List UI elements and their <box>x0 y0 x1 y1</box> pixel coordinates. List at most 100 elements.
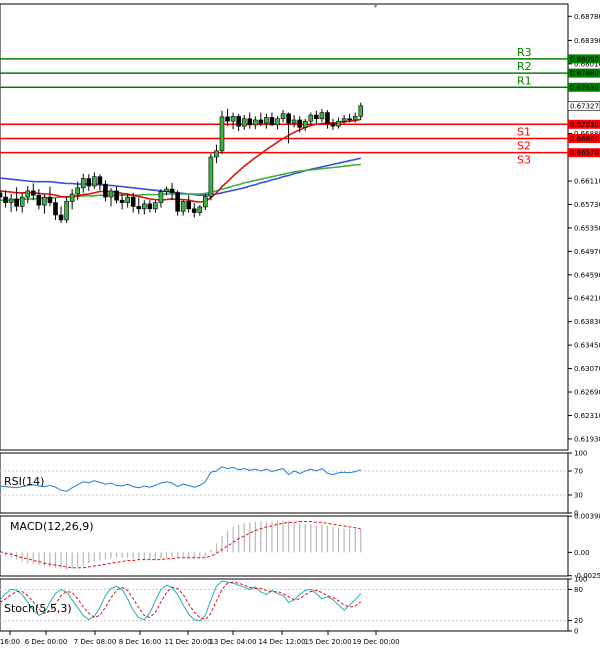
price-ytick-label: 0.64590 <box>574 271 600 279</box>
candle-body <box>30 190 36 196</box>
chart-svg: 0.687800.683900.680100.676300.673300.668… <box>0 0 600 650</box>
candle-body <box>8 198 14 203</box>
price-ytick-label: 0.63450 <box>574 342 600 350</box>
candle-body <box>125 196 130 203</box>
candle-body <box>92 176 97 187</box>
rsi-ytick-label: 100 <box>574 450 587 458</box>
level-name-s1: S1 <box>517 125 531 138</box>
level-name-s3: S3 <box>517 154 531 167</box>
candle-body <box>225 116 230 122</box>
candle-body <box>191 208 197 213</box>
current-price-label: 0.67327 <box>570 102 599 110</box>
candle <box>208 153 214 201</box>
candle-body <box>358 105 364 117</box>
price-ytick-label: 0.64970 <box>574 248 600 256</box>
candle-body <box>219 116 225 152</box>
candle-body <box>347 118 352 121</box>
candle-body <box>25 190 31 198</box>
level-name-s2: S2 <box>517 139 531 152</box>
candle-body <box>136 206 142 210</box>
stoch-ytick-label: 0 <box>574 628 578 636</box>
candle <box>219 110 225 154</box>
candle-body <box>114 190 119 201</box>
candle-body <box>14 198 19 207</box>
candle-body <box>97 176 103 185</box>
price-ytick-label: 0.62310 <box>574 412 600 420</box>
candle-body <box>147 203 153 210</box>
candle-body <box>253 119 258 126</box>
candle-body <box>47 196 53 203</box>
candle-body <box>36 194 42 206</box>
rsi-ytick-label: 30 <box>574 492 583 500</box>
candle-body <box>158 191 164 203</box>
level-price-label: 0.67630 <box>570 84 599 92</box>
candle-body <box>64 201 69 221</box>
candle-body <box>236 115 241 127</box>
candle-body <box>352 115 358 121</box>
candle-body <box>275 118 280 126</box>
stoch-plot-frame <box>0 578 569 632</box>
price-panel: 0.687800.683900.680100.676300.673300.668… <box>0 3 600 451</box>
price-ytick-label: 0.68780 <box>574 13 600 21</box>
candle-body <box>86 178 92 187</box>
candle-body <box>269 117 275 126</box>
candle-body <box>308 114 314 122</box>
level-name-r3: R3 <box>517 46 532 59</box>
stoch-ytick-label: 100 <box>574 576 587 584</box>
x-tick-label: 11 Dec 20:00 <box>164 638 211 646</box>
macd-panel: 0.003980.00-0.00257 MACD(12,26,9) <box>0 513 600 580</box>
x-tick-label: 14 Dec 12:00 <box>258 638 305 646</box>
candle-body <box>119 199 125 203</box>
candle-body <box>153 202 158 210</box>
macd-ytick-label: 0.00 <box>574 549 590 557</box>
candle-body <box>75 187 80 195</box>
candle-body <box>302 120 308 128</box>
rsi-plot-frame <box>0 452 569 514</box>
stoch-title: Stoch(5,5,3) <box>4 602 72 615</box>
candle-body <box>258 119 264 124</box>
price-ytick-label: 0.61930 <box>574 435 600 443</box>
level-name-r1: R1 <box>517 74 532 87</box>
x-tick-label: 6 Dec 00:00 <box>25 638 68 646</box>
candle-body <box>69 193 75 202</box>
level-price-label: 0.67030 <box>570 121 599 129</box>
stoch-ytick-label: 20 <box>574 617 583 625</box>
level-price-label: 0.68090 <box>570 55 599 63</box>
rsi-title: RSI(14) <box>4 475 44 488</box>
candle-body <box>280 113 286 120</box>
price-ytick-label: 0.65350 <box>574 224 600 232</box>
candle-body <box>108 190 114 198</box>
candle-body <box>314 114 319 120</box>
stoch-panel: 100 80 20 0 Stoch(5,5,3) <box>0 576 587 636</box>
price-ytick-label: 0.62690 <box>574 389 600 397</box>
candle-body <box>180 201 186 212</box>
candle-body <box>264 117 269 124</box>
price-ytick-label: 0.68390 <box>574 37 600 45</box>
candle-body <box>214 150 219 158</box>
candle-body <box>3 196 8 203</box>
candle-body <box>58 214 64 221</box>
candle-body <box>247 118 253 126</box>
rsi-ytick-label: 70 <box>574 468 583 476</box>
candle-body <box>186 201 191 210</box>
level-price-label: 0.66570 <box>570 149 599 157</box>
candle-body <box>169 188 175 194</box>
x-tick-label: 16:00 <box>0 638 20 646</box>
candle-body <box>0 192 3 198</box>
price-ytick-label: 0.63830 <box>574 318 600 326</box>
price-ytick-label: 0.65730 <box>574 201 600 209</box>
candle-body <box>103 183 108 198</box>
candle-body <box>341 118 347 122</box>
candle-body <box>80 178 86 189</box>
candle-body <box>142 203 147 210</box>
x-tick-label: 13 Dec 04:00 <box>209 638 256 646</box>
x-tick-label: 15 Dec 20:00 <box>304 638 351 646</box>
price-ytick-label: 0.63070 <box>574 365 600 373</box>
x-tick-label: 8 Dec 16:00 <box>119 638 162 646</box>
macd-title: MACD(12,26,9) <box>10 520 94 533</box>
price-plot-frame <box>0 3 569 451</box>
candle-body <box>203 196 208 208</box>
candle-body <box>42 196 47 206</box>
candle-body <box>164 188 169 192</box>
macd-ytick-label: 0.00398 <box>574 513 600 521</box>
